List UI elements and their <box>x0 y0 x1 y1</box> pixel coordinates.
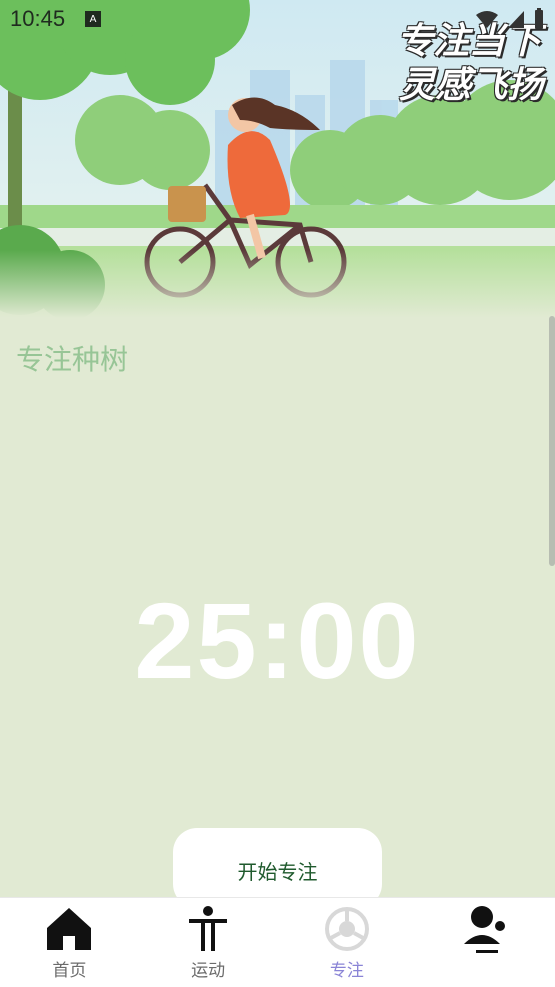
bottom-navigation: 首页 运动 专注 <box>0 897 555 987</box>
nav-label-focus: 专注 <box>329 961 364 981</box>
a-icon: A <box>85 11 102 27</box>
battery-icon <box>535 8 543 29</box>
start-focus-button[interactable]: 开始专注 <box>173 828 382 908</box>
focus-timer: 25:00 <box>134 580 421 701</box>
exercise-icon <box>183 904 233 954</box>
hero-banner: 专注当下 灵感飞扬 <box>0 0 555 318</box>
home-icon <box>44 904 94 954</box>
wifi-icon <box>476 11 498 28</box>
nav-item-exercise[interactable]: 运动 <box>139 898 278 987</box>
focus-icon <box>322 904 372 954</box>
scrollbar[interactable] <box>549 316 555 566</box>
nav-label-home: 首页 <box>52 961 87 981</box>
profile-icon <box>461 904 511 954</box>
status-icons <box>475 8 545 30</box>
nav-item-focus[interactable]: 专注 <box>278 898 417 987</box>
slogan-line-2: 灵感飞扬 <box>398 65 543 106</box>
section-title: 专注种树 <box>16 343 129 376</box>
status-bar: 10:45 A <box>0 0 555 38</box>
nav-label-exercise: 运动 <box>191 961 226 981</box>
signal-icon <box>508 11 524 28</box>
status-time: 10:45 <box>10 6 66 31</box>
nav-item-profile[interactable] <box>416 898 555 987</box>
nav-item-home[interactable]: 首页 <box>0 898 139 987</box>
